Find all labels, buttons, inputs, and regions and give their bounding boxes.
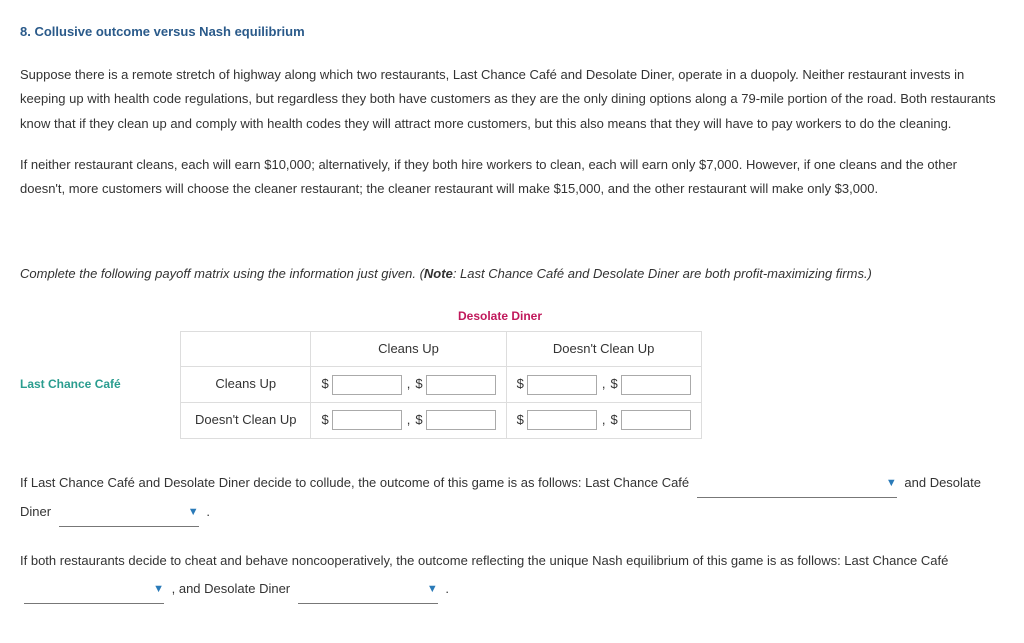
comma: ,	[602, 372, 606, 397]
payoff-input-r2c1-a[interactable]	[332, 410, 402, 430]
q1-pre: If Last Chance Café and Desolate Diner d…	[20, 475, 693, 490]
payoff-input-r2c2-a[interactable]	[527, 410, 597, 430]
nash-question: If both restaurants decide to cheat and …	[20, 547, 1004, 604]
payoff-input-r2c2-b[interactable]	[621, 410, 691, 430]
cell-cleans-doesnt: $ , $	[506, 367, 701, 403]
currency-symbol: $	[321, 372, 328, 397]
cell-doesnt-doesnt: $ , $	[506, 402, 701, 438]
payoff-input-r1c1-b[interactable]	[426, 375, 496, 395]
payoff-input-r1c2-b[interactable]	[621, 375, 691, 395]
currency-symbol: $	[517, 372, 524, 397]
payoff-input-r2c1-b[interactable]	[426, 410, 496, 430]
comma: ,	[407, 408, 411, 433]
row-header-doesnt-clean: Doesn't Clean Up	[181, 402, 311, 438]
scenario-paragraph-2: If neither restaurant cleans, each will …	[20, 153, 1004, 202]
q1-post: .	[206, 504, 210, 519]
chevron-down-icon: ▼	[886, 472, 897, 495]
currency-symbol: $	[415, 372, 422, 397]
payoff-table: Cleans Up Doesn't Clean Up Cleans Up $ ,…	[180, 331, 702, 439]
q2-mid: , and Desolate Diner	[172, 581, 294, 596]
comma: ,	[407, 372, 411, 397]
payoff-input-r1c2-a[interactable]	[527, 375, 597, 395]
cell-doesnt-cleans: $ , $	[311, 402, 506, 438]
instruction-post: : Last Chance Café and Desolate Diner ar…	[453, 266, 872, 281]
row-player-label: Last Chance Café	[20, 373, 180, 396]
currency-symbol: $	[415, 408, 422, 433]
chevron-down-icon: ▼	[188, 501, 199, 524]
cell-cleans-cleans: $ , $	[311, 367, 506, 403]
instruction-pre: Complete the following payoff matrix usi…	[20, 266, 424, 281]
currency-symbol: $	[321, 408, 328, 433]
currency-symbol: $	[517, 408, 524, 433]
currency-symbol: $	[610, 408, 617, 433]
collude-question: If Last Chance Café and Desolate Diner d…	[20, 469, 1004, 528]
scenario-paragraph-1: Suppose there is a remote stretch of hig…	[20, 63, 1004, 137]
dropdown-nash-dd[interactable]: ▼	[298, 575, 438, 604]
payoff-input-r1c1-a[interactable]	[332, 375, 402, 395]
currency-symbol: $	[610, 372, 617, 397]
chevron-down-icon: ▼	[427, 578, 438, 601]
dropdown-collude-lcc[interactable]: ▼	[697, 469, 897, 498]
instruction-text: Complete the following payoff matrix usi…	[20, 262, 1004, 287]
dropdown-collude-dd[interactable]: ▼	[59, 498, 199, 527]
corner-cell	[181, 331, 311, 367]
q2-post: .	[445, 581, 449, 596]
q2-pre: If both restaurants decide to cheat and …	[20, 553, 948, 568]
comma: ,	[602, 408, 606, 433]
payoff-matrix: Desolate Diner Last Chance Café Cleans U…	[20, 305, 1004, 439]
note-label: Note	[424, 266, 453, 281]
row-header-cleans: Cleans Up	[181, 367, 311, 403]
col-header-doesnt-clean: Doesn't Clean Up	[506, 331, 701, 367]
question-heading: 8. Collusive outcome versus Nash equilib…	[20, 20, 1004, 45]
chevron-down-icon: ▼	[153, 578, 164, 601]
dropdown-nash-lcc[interactable]: ▼	[24, 575, 164, 604]
column-player-label: Desolate Diner	[300, 305, 700, 328]
col-header-cleans: Cleans Up	[311, 331, 506, 367]
